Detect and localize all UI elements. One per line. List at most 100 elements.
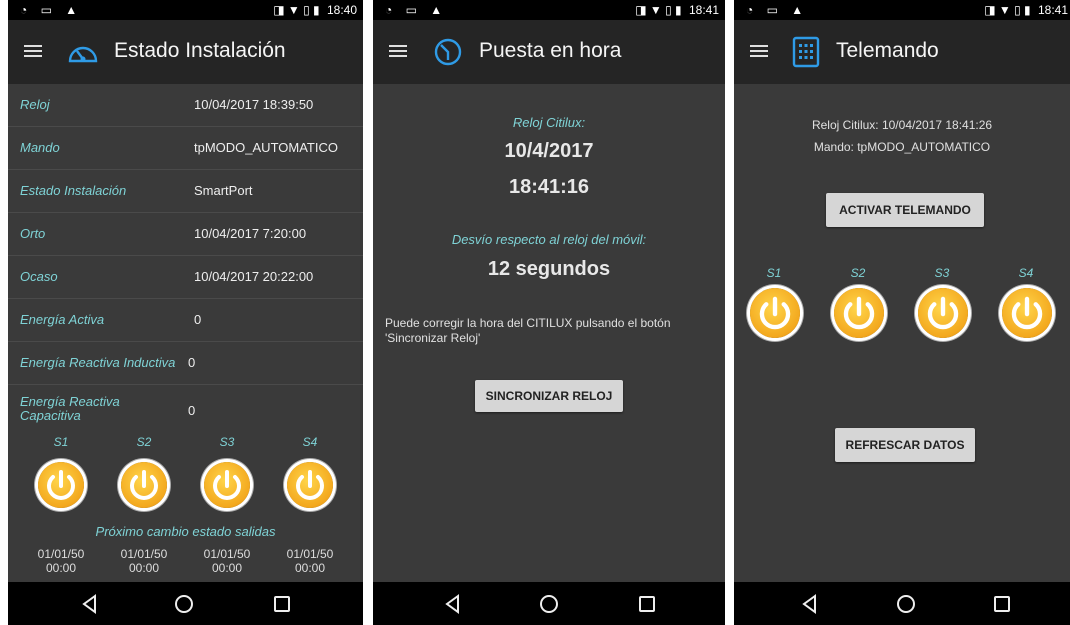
activate-remote-button[interactable]: ACTIVAR TELEMANDO [826, 193, 984, 227]
app-bar: Telemando [734, 20, 1070, 84]
menu-icon[interactable] [389, 42, 407, 60]
status-time: 18:41 [688, 3, 719, 17]
next-change-date: 01/01/50 [203, 547, 251, 561]
back-icon[interactable] [78, 592, 102, 616]
next-change-time: 00:00 [45, 561, 77, 575]
row-value: 0 [194, 312, 202, 327]
refresh-data-button[interactable]: REFRESCAR DATOS [835, 428, 975, 462]
row-value: SmartPort [194, 183, 253, 198]
status-left-icons: ◔ ▭ ▲ [385, 3, 448, 17]
next-change-time: 00:00 [211, 561, 243, 575]
menu-icon[interactable] [750, 42, 768, 60]
status-left-icons: ◔ ▭ ▲ [20, 3, 83, 17]
row-value: tpMODO_AUTOMATICO [194, 140, 338, 155]
clock-line: Reloj Citilux: 10/04/2017 18:41:26 [811, 118, 993, 132]
power-button-s3[interactable] [204, 462, 250, 508]
switch-label: S1 [766, 266, 782, 280]
gauge-icon [68, 46, 98, 63]
clock-time: 18:41:16 [508, 176, 590, 198]
screen-telemando: ◔ ▭ ▲ ◨ ▼ ▯ ▮ 18:41 Telemando Reloj Citi… [734, 0, 1070, 625]
status-right-icons: ◨ ▼ ▯ ▮ [635, 3, 682, 17]
next-change-cell: 01/01/50 00:00 [195, 547, 259, 575]
status-left-icons: ◔ ▭ ▲ [746, 3, 809, 17]
row-key: Mando [20, 140, 60, 155]
row-key: Energía Reactiva Inductiva [20, 355, 176, 370]
app-bar: Estado Instalación [8, 20, 363, 84]
table-row: Ocaso 10/04/2017 20:22:00 [8, 256, 363, 299]
next-change-date: 01/01/50 [120, 547, 168, 561]
switch-label: S2 [136, 435, 152, 449]
next-change-label: Próximo cambio estado salidas [95, 524, 276, 539]
row-key: Ocaso [20, 269, 58, 284]
row-key: Estado Instalación [20, 183, 127, 198]
switch-label: S4 [302, 435, 318, 449]
recents-icon[interactable] [990, 592, 1014, 616]
screen-estado-instalacion: ◔ ▭ ▲ ◨ ▼ ▯ ▮ 18:40 Estado Instalación R… [8, 0, 363, 625]
status-right: ◨ ▼ ▯ ▮ 18:41 [635, 3, 719, 17]
nav-bar [8, 582, 363, 625]
status-right-icons: ◨ ▼ ▯ ▮ [984, 3, 1031, 17]
next-change-cell: 01/01/50 00:00 [278, 547, 342, 575]
page-title: Estado Instalación [114, 39, 286, 62]
row-value: 10/04/2017 18:39:50 [194, 97, 314, 112]
recents-icon[interactable] [270, 592, 294, 616]
table-row: Estado Instalación SmartPort [8, 170, 363, 213]
deviation-value: 12 segundos [487, 258, 611, 280]
switch-label: S2 [850, 266, 866, 280]
next-change-date: 01/01/50 [286, 547, 334, 561]
power-button-s1[interactable] [750, 288, 800, 338]
power-button-s4[interactable] [287, 462, 333, 508]
screen-puesta-en-hora: ◔ ▭ ▲ ◨ ▼ ▯ ▮ 18:41 Puesta en hora Reloj… [373, 0, 725, 625]
power-button-s2[interactable] [834, 288, 884, 338]
back-icon[interactable] [441, 592, 465, 616]
switch-label: S3 [934, 266, 950, 280]
next-change-time: 00:00 [294, 561, 326, 575]
table-row: Energía Reactiva Inductiva 0 [8, 342, 363, 385]
table-row: Energía Reactiva Capacitiva 0 [8, 385, 363, 425]
status-time: 18:40 [326, 3, 357, 17]
table-row: Reloj 10/04/2017 18:39:50 [8, 84, 363, 127]
power-button-s4[interactable] [1002, 288, 1052, 338]
status-bar: ◔ ▭ ▲ ◨ ▼ ▯ ▮ 18:41 [734, 0, 1070, 20]
recents-icon[interactable] [635, 592, 659, 616]
status-right-icons: ◨ ▼ ▯ ▮ [273, 3, 320, 17]
next-change-time: 00:00 [128, 561, 160, 575]
table-row: Mando tpMODO_AUTOMATICO [8, 127, 363, 170]
power-button-s2[interactable] [121, 462, 167, 508]
nav-bar [734, 582, 1070, 625]
home-icon[interactable] [537, 592, 561, 616]
row-key: Energía Activa [20, 312, 105, 327]
sync-info-text: Puede corregir la hora del CITILUX pulsa… [385, 316, 671, 345]
switch-label: S4 [1018, 266, 1034, 280]
sync-clock-button[interactable]: SINCRONIZAR RELOJ [475, 380, 623, 412]
home-icon[interactable] [172, 592, 196, 616]
table-row: Orto 10/04/2017 7:20:00 [8, 213, 363, 256]
status-time: 18:41 [1037, 3, 1068, 17]
mode-line: Mando: tpMODO_AUTOMATICO [813, 140, 991, 154]
status-bar: ◔ ▭ ▲ ◨ ▼ ▯ ▮ 18:40 [8, 0, 363, 20]
app-bar: Puesta en hora [373, 20, 725, 84]
back-icon[interactable] [798, 592, 822, 616]
row-value: 0 [188, 403, 196, 418]
row-value: 0 [188, 355, 196, 370]
row-value: 10/04/2017 20:22:00 [194, 269, 314, 284]
power-button-s3[interactable] [918, 288, 968, 338]
nav-bar [373, 582, 725, 625]
home-icon[interactable] [894, 592, 918, 616]
keypad-icon [792, 36, 820, 68]
next-change-date: 01/01/50 [37, 547, 85, 561]
row-key: Orto [20, 226, 46, 241]
menu-icon[interactable] [24, 42, 42, 60]
clock-date: 10/4/2017 [504, 140, 594, 162]
page-title: Puesta en hora [479, 39, 622, 62]
status-bar: ◔ ▭ ▲ ◨ ▼ ▯ ▮ 18:41 [373, 0, 725, 20]
status-right: ◨ ▼ ▯ ▮ 18:41 [984, 3, 1068, 17]
deviation-label: Desvío respecto al reloj del móvil: [451, 232, 647, 247]
next-change-cell: 01/01/50 00:00 [112, 547, 176, 575]
clock-icon [434, 38, 462, 66]
status-right: ◨ ▼ ▯ ▮ 18:40 [273, 3, 357, 17]
table-row: Energía Activa 0 [8, 299, 363, 342]
switch-label: S3 [219, 435, 235, 449]
power-button-s1[interactable] [38, 462, 84, 508]
row-value: 10/04/2017 7:20:00 [194, 226, 307, 241]
